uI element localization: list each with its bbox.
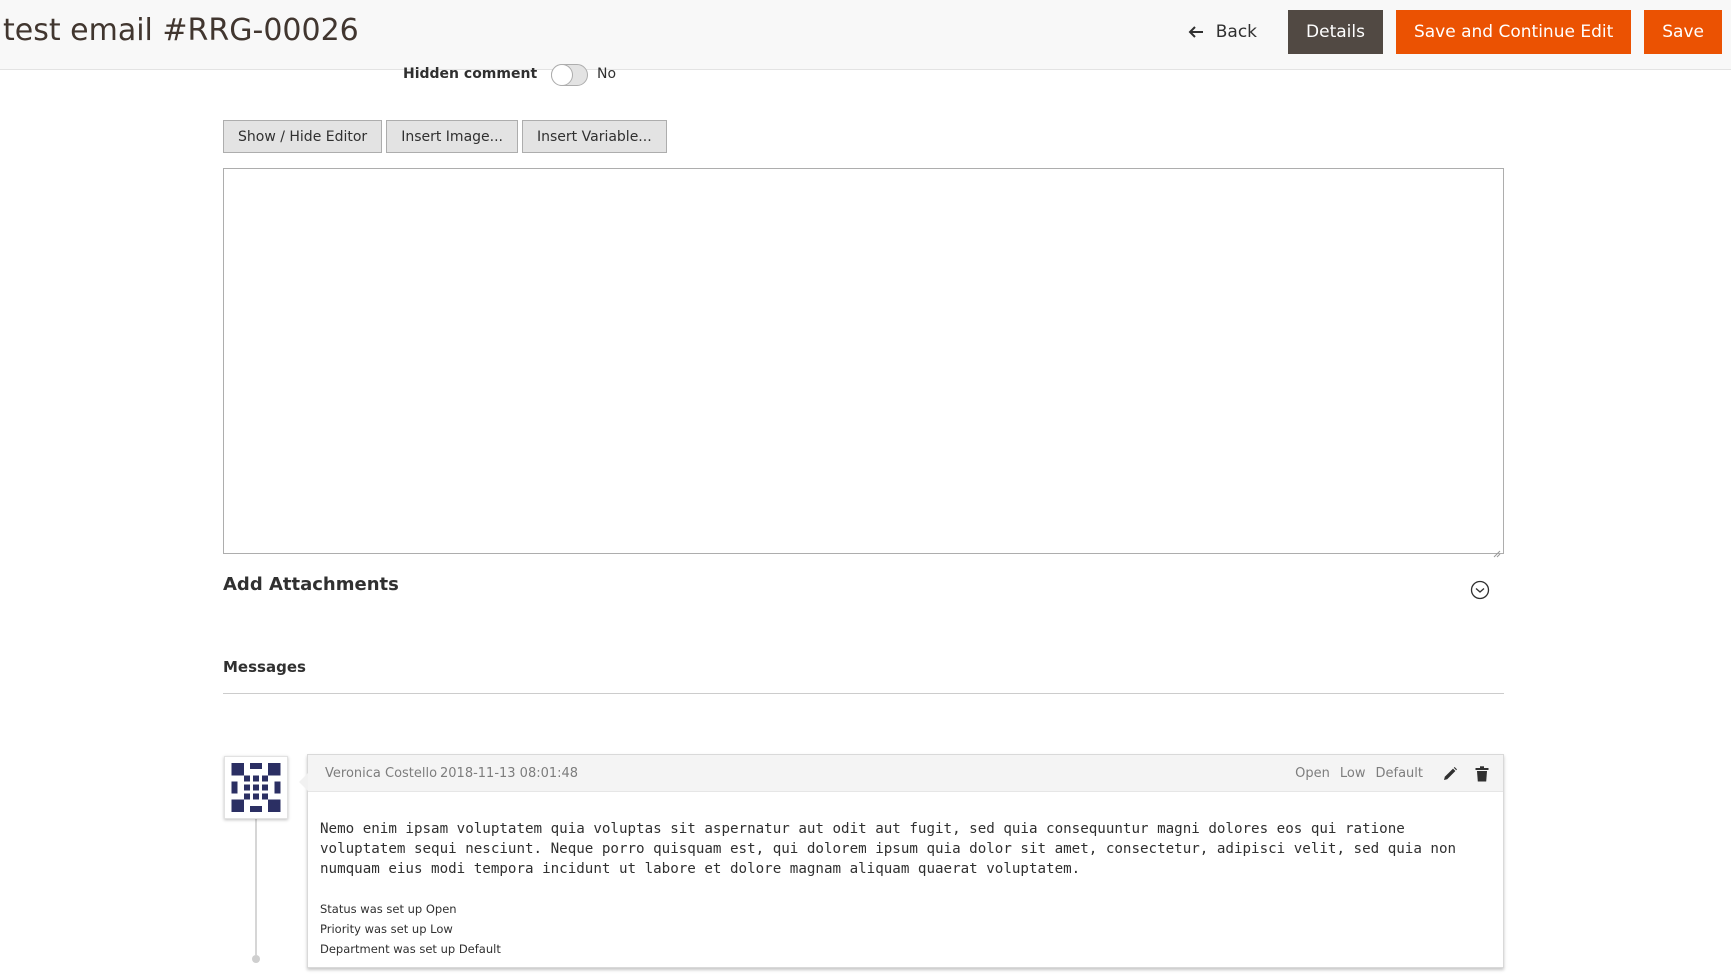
- message-history: Status was set up Open Priority was set …: [320, 899, 501, 959]
- hidden-comment-row: Hidden comment No: [0, 62, 700, 90]
- arrow-left-icon: [1188, 25, 1204, 39]
- message-department: Default: [1375, 766, 1424, 781]
- pencil-icon[interactable]: [1441, 765, 1459, 783]
- message-date: 2018-11-13 08:01:48: [440, 766, 579, 781]
- editor-toolbar: Show / Hide Editor Insert Image... Inser…: [223, 120, 671, 153]
- message-status: Open: [1295, 766, 1330, 781]
- message-card: Veronica Costello 2018-11-13 08:01:48 Op…: [299, 754, 1504, 968]
- messages-title: Messages: [223, 658, 306, 676]
- message-header: Veronica Costello 2018-11-13 08:01:48 Op…: [308, 755, 1503, 792]
- message-editor-textarea[interactable]: [223, 168, 1504, 558]
- insert-variable-button[interactable]: Insert Variable...: [522, 120, 667, 153]
- header-actions: Back Details Save and Continue Edit Save: [1172, 10, 1722, 54]
- details-button[interactable]: Details: [1288, 10, 1383, 54]
- timeline-line: [255, 818, 257, 955]
- save-and-continue-button[interactable]: Save and Continue Edit: [1395, 10, 1632, 54]
- show-hide-editor-button[interactable]: Show / Hide Editor: [223, 120, 383, 153]
- history-item: Status was set up Open: [320, 902, 457, 916]
- page-header: test email #RRG-00026 Back Details Save …: [0, 0, 1731, 70]
- page-title: test email #RRG-00026: [3, 13, 359, 48]
- insert-image-button[interactable]: Insert Image...: [386, 120, 519, 153]
- message-meta: Open Low Default: [1295, 755, 1491, 792]
- avatar: [224, 756, 288, 819]
- trash-icon[interactable]: [1473, 765, 1491, 783]
- timeline-dot: [252, 955, 260, 963]
- back-button[interactable]: Back: [1172, 10, 1273, 54]
- message-body: Nemo enim ipsam voluptatem quia voluptas…: [320, 821, 1457, 877]
- save-button[interactable]: Save: [1644, 10, 1722, 54]
- back-button-label: Back: [1215, 22, 1258, 42]
- message-priority: Low: [1339, 766, 1366, 781]
- add-attachments-title[interactable]: Add Attachments: [223, 574, 399, 595]
- messages-divider: [223, 693, 1504, 694]
- resize-grip-icon[interactable]: [1493, 543, 1501, 558]
- message-author: Veronica Costello: [325, 766, 438, 781]
- toggle-knob: [551, 64, 573, 86]
- hidden-comment-label: Hidden comment: [403, 66, 538, 82]
- history-item: Department was set up Default: [320, 942, 501, 956]
- hidden-comment-toggle[interactable]: [551, 64, 588, 86]
- hidden-comment-state: No: [597, 66, 617, 82]
- chevron-down-circle-icon[interactable]: [1470, 580, 1490, 600]
- history-item: Priority was set up Low: [320, 922, 453, 936]
